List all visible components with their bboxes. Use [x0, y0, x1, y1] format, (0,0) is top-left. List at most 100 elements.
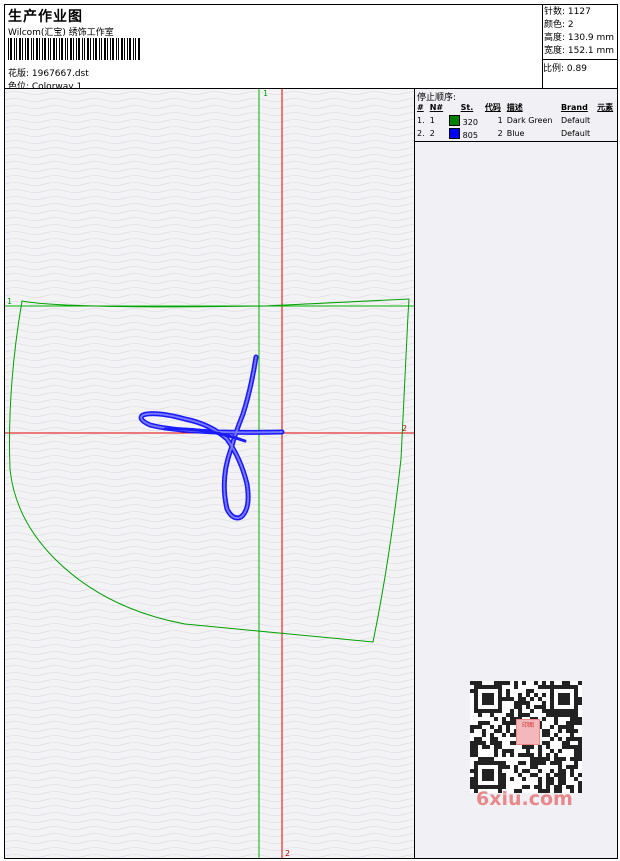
- qr-module: [546, 685, 550, 689]
- qr-module: [530, 773, 534, 777]
- panel-divider: [415, 141, 617, 142]
- col-header: 元素: [597, 103, 614, 112]
- barcode-bar: [82, 38, 83, 60]
- qr-module: [574, 713, 578, 717]
- qr-module: [574, 721, 578, 725]
- qr-module: [482, 721, 486, 725]
- qr-module: [498, 725, 502, 729]
- row-num: 2.: [417, 129, 425, 138]
- qr-module: [542, 681, 546, 685]
- qr-module: [554, 721, 558, 725]
- qr-module: [522, 697, 526, 701]
- qr-module: [550, 725, 554, 729]
- qr-module: [574, 765, 578, 769]
- qr-module: [542, 757, 546, 761]
- qr-module: [530, 697, 534, 701]
- qr-module: [538, 777, 542, 781]
- qr-module: [502, 777, 506, 781]
- qr-module: [542, 693, 546, 697]
- barcode-bar: [110, 38, 111, 60]
- qr-module: [546, 709, 550, 713]
- row-element: [595, 114, 617, 127]
- qr-module: [554, 753, 558, 757]
- qr-module: [558, 749, 562, 753]
- qr-module: [494, 681, 498, 685]
- barcode-bar: [67, 38, 68, 60]
- qr-module: [574, 717, 578, 721]
- qr-module: [550, 769, 554, 773]
- qr-module: [570, 765, 574, 769]
- qr-module: [474, 749, 478, 753]
- qr-module: [550, 777, 554, 781]
- qr-module: [550, 761, 554, 765]
- qr-module: [578, 741, 582, 745]
- qr-module: [502, 697, 506, 701]
- qr-module: [570, 737, 574, 741]
- qr-module: [506, 721, 510, 725]
- qr-module: [546, 713, 550, 717]
- color-swatch: [448, 114, 460, 126]
- qr-module: [558, 765, 562, 769]
- qr-module: [498, 681, 502, 685]
- qr-module: [510, 733, 514, 737]
- barcode-bar: [70, 38, 72, 60]
- qr-module: [562, 741, 566, 745]
- qr-module: [570, 717, 574, 721]
- qr-module: [502, 717, 506, 721]
- qr-module: [518, 697, 522, 701]
- qr-module: [558, 781, 562, 785]
- qr-module: [522, 769, 526, 773]
- qr-module: [542, 761, 546, 765]
- qr-module: [482, 745, 486, 749]
- qr-module: [530, 757, 534, 761]
- qr-module: [538, 685, 542, 689]
- color-table: # N# St. 代码 描述 Brand 元素 1. 1 320 1 Dark Gree…: [415, 101, 617, 140]
- barcode-bar: [31, 38, 32, 60]
- barcode-bar: [124, 38, 125, 60]
- qr-module: [546, 773, 550, 777]
- qr-module: [474, 745, 478, 749]
- qr-module: [510, 749, 514, 753]
- qr-module: [514, 681, 518, 685]
- qr-module: [566, 725, 570, 729]
- qr-module: [470, 781, 474, 785]
- qr-module: [514, 765, 518, 769]
- qr-module: [506, 697, 510, 701]
- row-code: 1: [497, 116, 503, 125]
- qr-module: [470, 689, 474, 693]
- barcode-bar: [90, 38, 91, 60]
- qr-module: [486, 757, 490, 761]
- qr-module: [470, 785, 474, 789]
- qr-module: [494, 741, 498, 745]
- qr-module: [530, 765, 534, 769]
- qr-module: [510, 697, 514, 701]
- qr-module: [470, 681, 474, 685]
- stitch-count: 针数: 1127: [544, 7, 591, 17]
- qr-module: [554, 733, 558, 737]
- qr-module: [546, 757, 550, 761]
- qr-module: [578, 697, 582, 701]
- qr-module: [502, 721, 506, 725]
- qr-module: [470, 729, 474, 733]
- barcode-bar: [8, 38, 9, 60]
- qr-module: [474, 753, 478, 757]
- qr-module: [574, 777, 578, 781]
- qr-module: [574, 757, 578, 761]
- qr-module: [550, 749, 554, 753]
- color-count: 颜色: 2: [544, 20, 574, 30]
- qr-module: [502, 753, 506, 757]
- qr-module: [522, 745, 526, 749]
- barcode-bar: [127, 38, 128, 60]
- qr-module: [542, 729, 546, 733]
- barcode-bar: [16, 38, 17, 60]
- qr-module: [566, 681, 570, 685]
- qr-module: [558, 757, 562, 761]
- scale-value: 比例: 0.89: [543, 64, 587, 74]
- qr-module: [578, 721, 582, 725]
- qr-module: [574, 745, 578, 749]
- qr-module: [506, 713, 510, 717]
- qr-module: [502, 781, 506, 785]
- qr-module: [474, 737, 478, 741]
- qr-module: [550, 781, 554, 785]
- barcode-bar: [53, 38, 55, 60]
